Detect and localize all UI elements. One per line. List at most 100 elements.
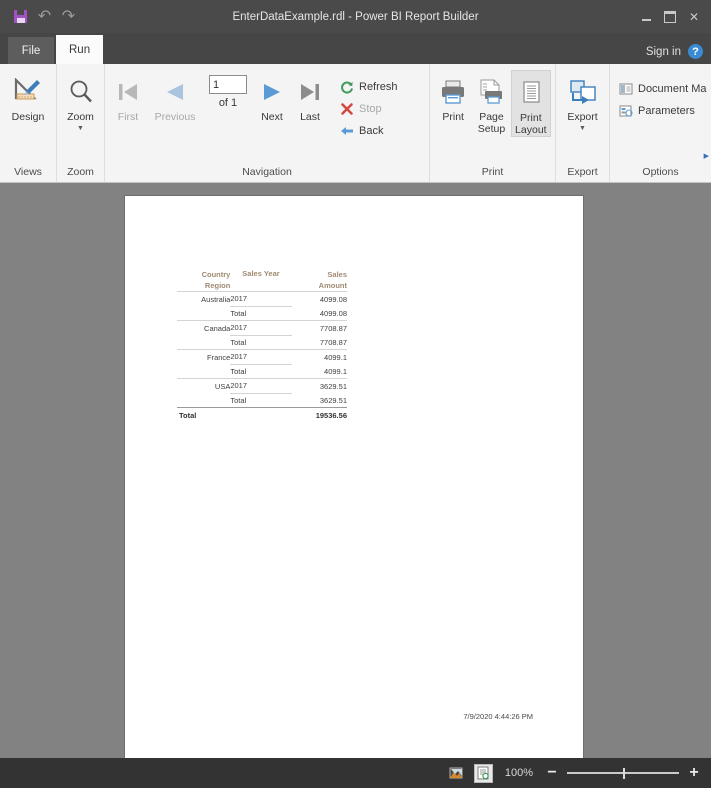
table-row: Australia 2017 4099.08	[177, 291, 347, 306]
table-row: Canada 2017 7708.87	[177, 320, 347, 335]
cell-amount: 3629.51	[319, 395, 347, 405]
export-button[interactable]: Export ▼	[560, 70, 605, 133]
cell-amount: 4099.1	[324, 366, 347, 376]
options-dialog-launcher[interactable]: ▶	[704, 152, 709, 160]
zoom-out-button[interactable]: −	[545, 765, 559, 781]
export-button-label: Export	[567, 111, 598, 123]
print-preview-view-icon[interactable]	[473, 763, 493, 783]
print-layout-button-label: Print Layout	[515, 112, 547, 136]
window-controls: ✕	[635, 0, 705, 33]
cell-year: 2017	[230, 291, 292, 306]
print-layout-button[interactable]: Print Layout	[510, 70, 551, 137]
design-button-label: Design	[11, 111, 45, 123]
stop-command[interactable]: Stop	[335, 98, 398, 120]
redo-icon: ↷	[61, 7, 76, 25]
help-icon[interactable]: ?	[688, 44, 703, 59]
ribbon-group-print: Print Page Setup Print Layout Print	[429, 64, 555, 182]
window-title: EnterDataExample.rdl - Power BI Report B…	[232, 10, 479, 23]
page-number-input[interactable]	[209, 75, 247, 94]
tab-file[interactable]: File	[8, 37, 54, 64]
design-button[interactable]: Design	[4, 70, 52, 124]
parameters-icon	[618, 104, 633, 119]
undo-icon: ↶	[37, 7, 52, 25]
back-command[interactable]: Back	[335, 120, 398, 142]
cell-year: Total	[230, 305, 292, 321]
close-button[interactable]: ✕	[683, 5, 705, 29]
print-button-label: Print	[442, 111, 464, 123]
ribbon-group-zoom: Zoom ▼ Zoom	[56, 64, 104, 182]
refresh-label: Refresh	[359, 81, 398, 93]
report-table-header: Country Sales Year Sales Region Amount	[177, 269, 347, 292]
document-map-label: Document Mа	[638, 83, 707, 95]
design-ruler-pencil-icon	[13, 75, 43, 108]
last-page-label: Last	[300, 111, 320, 123]
export-icon	[569, 75, 597, 108]
chevron-down-icon[interactable]: ▼	[579, 125, 586, 133]
refresh-command[interactable]: Refresh	[335, 76, 398, 98]
quick-access-toolbar: ↶ ↷	[0, 8, 77, 25]
report-timestamp: 7/9/2020 4:44:26 PM	[463, 712, 533, 721]
cell-country: USA	[177, 378, 231, 393]
previous-page-button[interactable]: Previous	[147, 70, 203, 124]
next-page-icon	[259, 75, 285, 108]
cell-amount: 7708.87	[291, 320, 347, 335]
page-setup-button[interactable]: Page Setup	[472, 70, 510, 135]
stop-x-icon	[339, 102, 354, 117]
account-area: Sign in ?	[646, 44, 703, 59]
zoom-slider-thumb[interactable]	[623, 767, 625, 779]
ribbon-group-views: Design Views	[0, 64, 56, 182]
maximize-button[interactable]	[659, 5, 681, 29]
ribbon-tab-strip: File Run Sign in ?	[0, 33, 711, 64]
normal-view-icon[interactable]	[447, 764, 466, 783]
save-button[interactable]	[12, 8, 29, 25]
report-viewer-area[interactable]: Country Sales Year Sales Region Amount A…	[0, 183, 711, 758]
zoom-level-label: 100%	[504, 767, 533, 779]
parameters-command[interactable]: Parameters	[614, 100, 695, 122]
print-button[interactable]: Print	[434, 70, 472, 124]
first-page-icon	[115, 75, 141, 108]
report-table: Country Sales Year Sales Region Amount A…	[177, 269, 347, 423]
document-map-command[interactable]: Document Mа	[614, 78, 706, 100]
last-page-button[interactable]: Last	[291, 70, 329, 124]
tab-run[interactable]: Run	[56, 35, 104, 64]
cell-amount: 19536.56	[291, 407, 347, 423]
cell-amount: 3629.51	[291, 378, 347, 393]
ribbon-group-export: Export ▼ Export	[555, 64, 609, 182]
header-country-region-line2: Region	[204, 281, 231, 290]
magnifier-icon	[68, 75, 94, 108]
cell-country: Canada	[177, 320, 231, 335]
cell-year: 2017	[230, 378, 292, 393]
table-row: Total 3629.51	[177, 392, 347, 408]
cell-country: Australia	[177, 291, 231, 306]
cell-country	[177, 306, 230, 321]
cell-year: Total	[230, 334, 292, 350]
zoom-in-button[interactable]: +	[687, 765, 701, 781]
header-sales-amount-line1: Sales	[327, 270, 347, 279]
zoom-button[interactable]: Zoom ▼	[61, 70, 100, 133]
cell-year: 2017	[230, 320, 292, 335]
zoom-button-label: Zoom	[67, 111, 94, 123]
ribbon-group-navigation: First Previous of 1	[104, 64, 429, 182]
cell-year: Total	[230, 363, 292, 379]
cell-amount: 4099.08	[291, 291, 347, 306]
cell-country: France	[177, 349, 231, 364]
parameters-label: Parameters	[638, 105, 695, 117]
next-page-button[interactable]: Next	[253, 70, 291, 124]
save-icon	[14, 10, 27, 23]
cell-amount: 7708.87	[319, 337, 347, 347]
previous-page-icon	[162, 75, 188, 108]
printer-icon	[439, 75, 467, 108]
table-row: Total 7708.87	[177, 334, 347, 350]
sign-in-link[interactable]: Sign in	[646, 46, 681, 58]
minimize-button[interactable]	[635, 5, 657, 29]
first-page-button[interactable]: First	[109, 70, 147, 124]
chevron-down-icon[interactable]: ▼	[77, 125, 84, 133]
zoom-slider[interactable]	[567, 766, 679, 780]
cell-amount: 4099.1	[291, 349, 347, 364]
redo-button[interactable]: ↷	[60, 8, 77, 25]
refresh-icon	[339, 80, 354, 95]
last-page-icon	[297, 75, 323, 108]
table-row: Total 4099.08	[177, 305, 347, 321]
undo-button[interactable]: ↶	[36, 8, 53, 25]
ribbon: Design Views Zoom ▼ Zoom First Previous …	[0, 64, 711, 183]
